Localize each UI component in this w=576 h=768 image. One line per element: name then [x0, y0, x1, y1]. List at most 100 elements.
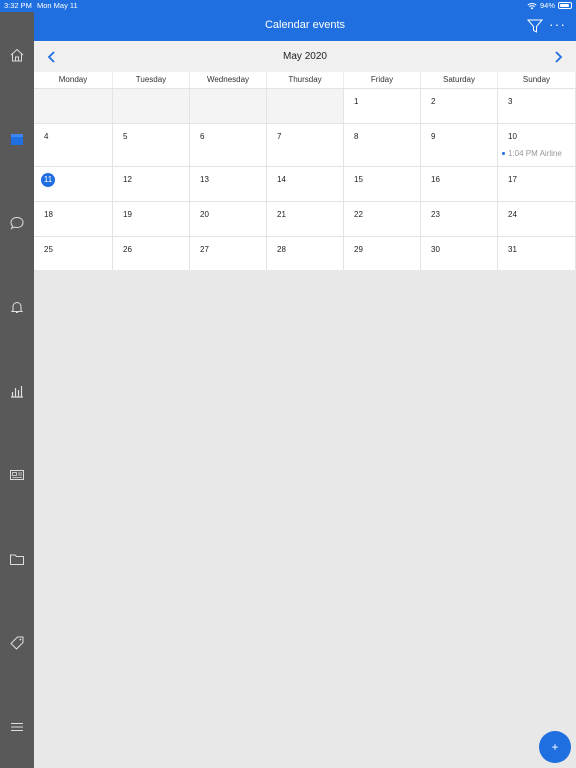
day-number: 18 [44, 210, 53, 219]
day-cell-31[interactable]: 31 [498, 237, 576, 270]
menu-icon[interactable] [8, 718, 26, 736]
day-number: 10 [508, 132, 517, 141]
weekday-friday: Friday [344, 72, 421, 88]
day-cell-23[interactable]: 23 [421, 202, 498, 236]
day-cell-11[interactable]: 11 [34, 167, 113, 201]
day-cell-8[interactable]: 8 [344, 124, 421, 166]
week-row: 1 2 3 [34, 88, 576, 123]
battery-icon [558, 2, 572, 9]
day-cell-15[interactable]: 15 [344, 167, 421, 201]
day-cell-22[interactable]: 22 [344, 202, 421, 236]
day-cell-10[interactable]: 10 1:04 PM Airline [498, 124, 576, 166]
add-event-button[interactable]: + [539, 731, 571, 763]
day-cell-29[interactable]: 29 [344, 237, 421, 270]
day-cell-13[interactable]: 13 [190, 167, 267, 201]
day-number: 8 [354, 132, 359, 141]
day-number: 28 [277, 245, 286, 254]
day-cell-4[interactable]: 4 [34, 124, 113, 166]
day-cell-21[interactable]: 21 [267, 202, 344, 236]
weekday-saturday: Saturday [421, 72, 498, 88]
more-icon: ··· [549, 16, 566, 32]
day-cell-empty [113, 89, 190, 123]
day-number: 12 [123, 175, 132, 184]
day-number: 5 [123, 132, 128, 141]
day-number: 26 [123, 245, 132, 254]
day-cell-28[interactable]: 28 [267, 237, 344, 270]
filter-button[interactable] [526, 18, 544, 34]
sidebar [0, 12, 34, 768]
event-dot-icon [502, 152, 505, 156]
day-cell-14[interactable]: 14 [267, 167, 344, 201]
home-icon[interactable] [8, 46, 26, 64]
day-number: 2 [431, 97, 436, 106]
day-cell-18[interactable]: 18 [34, 202, 113, 236]
day-cell-6[interactable]: 6 [190, 124, 267, 166]
day-number: 25 [44, 245, 53, 254]
day-number: 22 [354, 210, 363, 219]
calendar-icon[interactable] [8, 130, 26, 148]
weekday-thursday: Thursday [267, 72, 344, 88]
day-number: 20 [200, 210, 209, 219]
day-number: 6 [200, 132, 205, 141]
bell-icon[interactable] [8, 298, 26, 316]
weekday-header: Monday Tuesday Wednesday Thursday Friday Satu… [34, 72, 576, 88]
day-number: 13 [200, 175, 209, 184]
day-cell-7[interactable]: 7 [267, 124, 344, 166]
day-cell-12[interactable]: 12 [113, 167, 190, 201]
bar-chart-icon[interactable] [8, 382, 26, 400]
status-time: 3:32 PM [4, 1, 32, 10]
page-title: Calendar events [264, 19, 346, 31]
day-cell-25[interactable]: 25 [34, 237, 113, 270]
day-cell-empty [34, 89, 113, 123]
day-number: 29 [354, 245, 363, 254]
day-number: 27 [200, 245, 209, 254]
status-bar: 3:32 PM Mon May 11 94% [0, 0, 576, 12]
battery-fill [560, 4, 570, 7]
day-number: 24 [508, 210, 517, 219]
day-cell-2[interactable]: 2 [421, 89, 498, 123]
week-row: 4 5 6 7 8 9 10 1:04 PM Airline [34, 123, 576, 166]
status-right: 94% [527, 1, 572, 10]
weekday-monday: Monday [34, 72, 113, 88]
day-number: 30 [431, 245, 440, 254]
filter-icon [526, 19, 544, 33]
day-number: 14 [277, 175, 286, 184]
chat-icon[interactable] [8, 214, 26, 232]
day-number: 31 [508, 245, 517, 254]
day-cell-24[interactable]: 24 [498, 202, 576, 236]
day-cell-16[interactable]: 16 [421, 167, 498, 201]
day-number: 21 [277, 210, 286, 219]
day-number: 9 [431, 132, 436, 141]
day-cell-17[interactable]: 17 [498, 167, 576, 201]
status-date: Mon May 11 [37, 1, 78, 10]
next-month-button[interactable] [552, 50, 564, 64]
news-icon[interactable] [8, 466, 26, 484]
event-label: 1:04 PM Airline [508, 149, 562, 158]
day-cell-9[interactable]: 9 [421, 124, 498, 166]
week-row: 25 26 27 28 29 30 31 [34, 236, 576, 270]
day-cell-empty [267, 89, 344, 123]
wifi-icon [527, 2, 537, 9]
day-number: 16 [431, 175, 440, 184]
event-item[interactable]: 1:04 PM Airline [502, 149, 562, 158]
folder-icon[interactable] [8, 550, 26, 568]
day-cell-3[interactable]: 3 [498, 89, 576, 123]
today-day-number: 11 [41, 173, 55, 187]
day-cell-27[interactable]: 27 [190, 237, 267, 270]
day-cell-1[interactable]: 1 [344, 89, 421, 123]
month-title: May 2020 [283, 51, 327, 62]
day-number: 4 [44, 132, 49, 141]
tag-icon[interactable] [8, 634, 26, 652]
day-cell-20[interactable]: 20 [190, 202, 267, 236]
more-button[interactable]: ··· [549, 17, 566, 31]
day-cell-30[interactable]: 30 [421, 237, 498, 270]
month-nav: May 2020 [34, 41, 576, 72]
chevron-right-icon [555, 51, 563, 63]
day-cell-5[interactable]: 5 [113, 124, 190, 166]
day-cell-26[interactable]: 26 [113, 237, 190, 270]
week-row: 18 19 20 21 22 23 24 [34, 201, 576, 236]
day-number: 17 [508, 175, 517, 184]
week-row: 11 12 13 14 15 16 17 [34, 166, 576, 201]
day-number: 15 [354, 175, 363, 184]
day-cell-19[interactable]: 19 [113, 202, 190, 236]
